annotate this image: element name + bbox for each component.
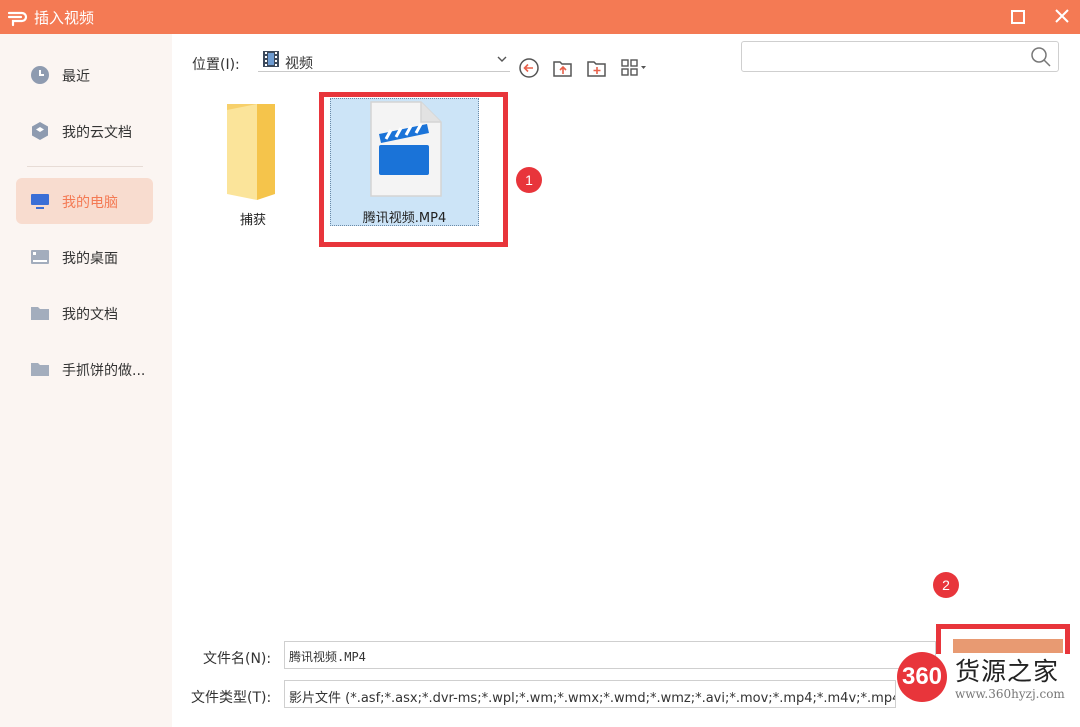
search-icon[interactable] — [1030, 46, 1052, 68]
filetype-label: 文件类型(T): — [191, 690, 272, 706]
location-dropdown[interactable]: 视频 — [258, 48, 510, 72]
chevron-down-icon — [497, 56, 507, 62]
computer-icon — [31, 194, 49, 209]
sidebar-item-label: 我的电脑 — [62, 195, 118, 211]
window-title: 插入视频 — [34, 9, 95, 27]
location-label: 位置(I): — [192, 57, 240, 73]
sidebar-item-folder[interactable]: 手抓饼的做... — [16, 346, 153, 392]
annotation-badge-1: 1 — [516, 167, 542, 193]
location-value: 视频 — [285, 56, 313, 72]
annotation-highlight-1 — [319, 92, 508, 247]
wps-logo-icon — [7, 11, 28, 27]
sidebar-item-label: 手抓饼的做... — [62, 363, 146, 379]
search-input[interactable] — [741, 41, 1059, 72]
sidebar-item-desktop[interactable]: 我的桌面 — [16, 234, 153, 280]
desktop-icon — [31, 250, 49, 264]
maximize-icon[interactable] — [1010, 9, 1026, 25]
new-folder-icon[interactable] — [586, 57, 608, 79]
sidebar: 最近 我的云文档 我的电脑 我的桌面 我的文档 手抓饼的做... — [0, 34, 172, 727]
sidebar-item-cloud-docs[interactable]: 我的云文档 — [16, 108, 153, 154]
sidebar-item-label: 最近 — [62, 69, 90, 85]
watermark-url: www.360hyzj.com — [955, 687, 1065, 701]
close-icon[interactable] — [1052, 6, 1072, 26]
watermark-brand: 货源之家 — [955, 657, 1060, 686]
sidebar-item-my-documents[interactable]: 我的文档 — [16, 290, 153, 336]
annotation-badge-2: 2 — [933, 572, 959, 598]
clock-icon — [31, 66, 49, 84]
filename-value: 腾讯视频.MP4 — [289, 650, 366, 664]
filetype-select[interactable]: 影片文件 (*.asf;*.asx;*.dvr-ms;*.wpl;*.wm;*.… — [284, 680, 896, 708]
back-icon[interactable] — [518, 57, 540, 79]
file-name: 捕获 — [239, 213, 266, 228]
sidebar-item-label: 我的云文档 — [62, 125, 132, 141]
view-mode-icon[interactable] — [620, 57, 650, 79]
sidebar-item-my-computer[interactable]: 我的电脑 — [16, 178, 153, 224]
up-folder-icon[interactable] — [552, 57, 574, 79]
folder-icon — [227, 104, 275, 200]
filename-label: 文件名(N): — [203, 651, 272, 667]
filename-input[interactable]: 腾讯视频.MP4 — [284, 641, 936, 669]
sidebar-item-label: 我的文档 — [62, 307, 118, 323]
sidebar-item-label: 我的桌面 — [62, 251, 118, 267]
sidebar-item-recent[interactable]: 最近 — [16, 52, 153, 98]
film-icon — [263, 51, 279, 67]
filetype-value: 影片文件 (*.asf;*.asx;*.dvr-ms;*.wpl;*.wm;*.… — [289, 691, 896, 706]
sidebar-divider — [27, 166, 143, 167]
title-bar: 插入视频 — [0, 0, 1080, 34]
file-item-folder[interactable]: 捕获 — [203, 96, 303, 236]
watermark-logo: 360 — [897, 652, 947, 702]
cloud-doc-icon — [32, 122, 48, 140]
folder-icon — [31, 307, 49, 320]
watermark: 360 货源之家 www.360hyzj.com — [895, 648, 1080, 727]
folder-icon — [31, 363, 49, 376]
